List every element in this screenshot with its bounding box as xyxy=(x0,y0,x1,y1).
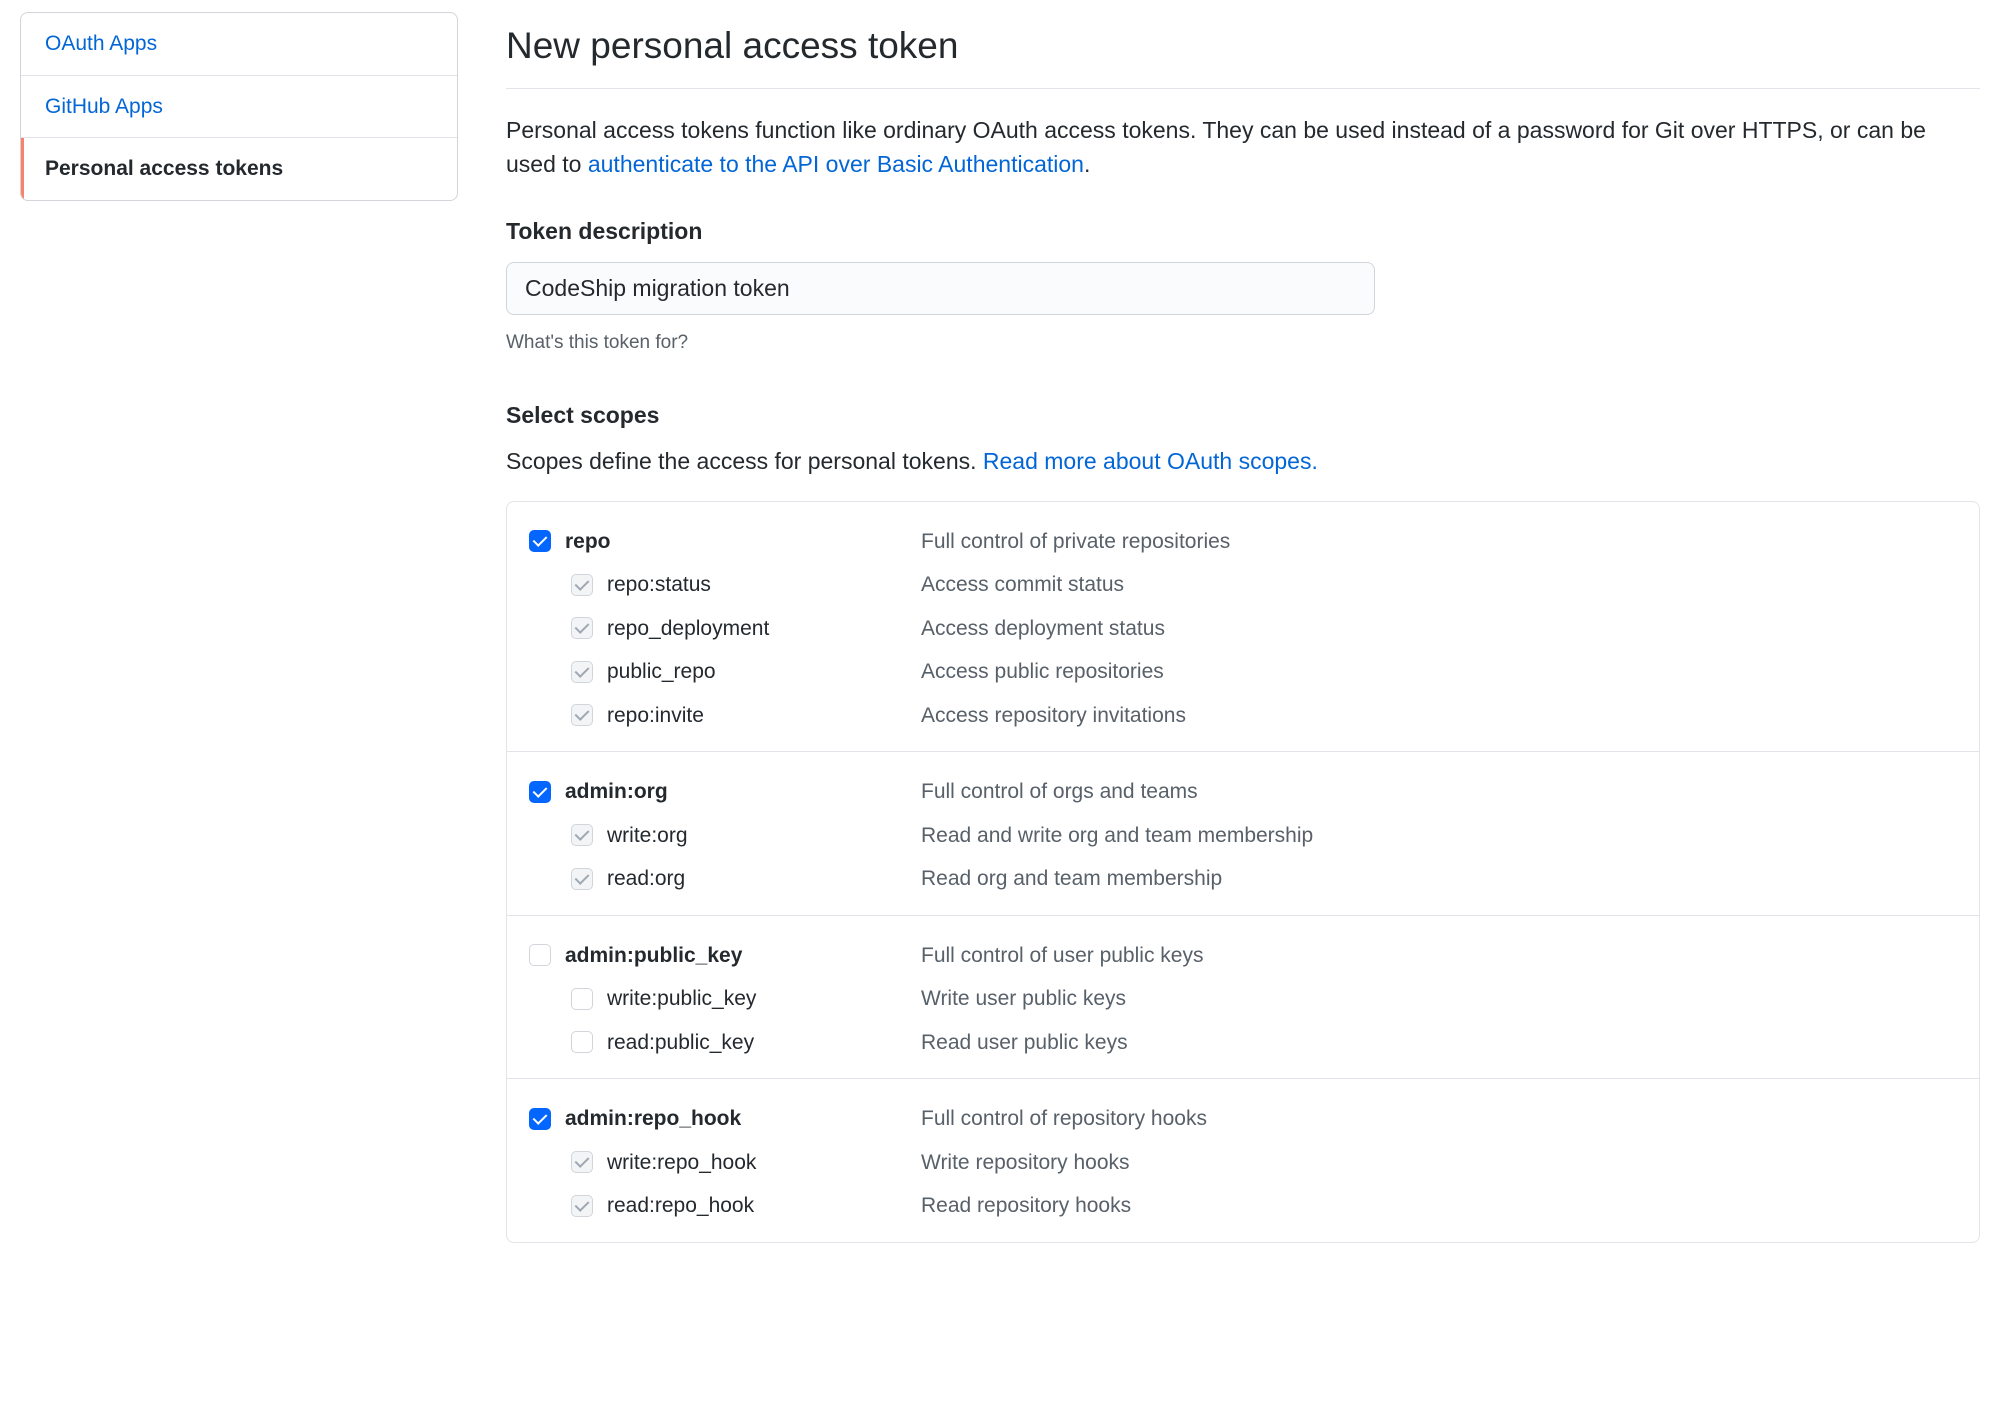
sidebar-item-github-apps[interactable]: GitHub Apps xyxy=(21,76,457,139)
scope-name: admin:public_key xyxy=(565,940,921,972)
scope-row-repo-status: repo:statusAccess commit status xyxy=(529,563,1957,607)
scope-row-repo-invite: repo:inviteAccess repository invitations xyxy=(529,694,1957,738)
scope-row-admin-public-key: admin:public_keyFull control of user pub… xyxy=(529,934,1957,978)
scope-name: write:public_key xyxy=(607,983,921,1015)
scope-name: read:org xyxy=(607,863,921,895)
scope-name: repo:status xyxy=(607,569,921,601)
scopes-description: Scopes define the access for personal to… xyxy=(506,444,1980,479)
scope-desc: Read org and team membership xyxy=(921,863,1222,895)
auth-api-link[interactable]: authenticate to the API over Basic Authe… xyxy=(588,151,1084,177)
scope-desc: Full control of private repositories xyxy=(921,526,1230,558)
sidebar-menu: OAuth AppsGitHub AppsPersonal access tok… xyxy=(20,12,458,201)
sidebar-item-personal-access-tokens: Personal access tokens xyxy=(21,138,457,200)
scope-checkbox-admin-public-key[interactable] xyxy=(529,944,551,966)
scope-desc: Access public repositories xyxy=(921,656,1164,688)
scope-desc: Access deployment status xyxy=(921,613,1165,645)
scope-desc: Read repository hooks xyxy=(921,1190,1131,1222)
scopes-desc-text: Scopes define the access for personal to… xyxy=(506,448,983,474)
scope-group-admin-org: admin:orgFull control of orgs and teamsw… xyxy=(507,752,1979,916)
scope-checkbox-public-repo[interactable] xyxy=(571,661,593,683)
scope-name: admin:org xyxy=(565,776,921,808)
scope-desc: Access commit status xyxy=(921,569,1124,601)
sidebar-item-oauth-apps[interactable]: OAuth Apps xyxy=(21,13,457,76)
scope-desc: Read and write org and team membership xyxy=(921,820,1313,852)
scope-name: repo:invite xyxy=(607,700,921,732)
scope-row-admin-org: admin:orgFull control of orgs and teams xyxy=(529,770,1957,814)
scope-checkbox-read-org[interactable] xyxy=(571,868,593,890)
scope-group-admin-repo-hook: admin:repo_hookFull control of repositor… xyxy=(507,1079,1979,1242)
description-post: . xyxy=(1084,151,1090,177)
token-description-hint: What's this token for? xyxy=(506,329,1980,358)
scope-desc: Write repository hooks xyxy=(921,1147,1130,1179)
scope-name: write:org xyxy=(607,820,921,852)
sidebar: OAuth AppsGitHub AppsPersonal access tok… xyxy=(20,12,458,1243)
scope-desc: Access repository invitations xyxy=(921,700,1186,732)
scope-row-read-repo-hook: read:repo_hookRead repository hooks xyxy=(529,1184,1957,1228)
scope-checkbox-repo-status[interactable] xyxy=(571,574,593,596)
scope-row-write-repo-hook: write:repo_hookWrite repository hooks xyxy=(529,1141,1957,1185)
scope-name: read:public_key xyxy=(607,1027,921,1059)
scope-name: repo_deployment xyxy=(607,613,921,645)
scope-checkbox-repo-invite[interactable] xyxy=(571,704,593,726)
select-scopes-heading: Select scopes xyxy=(506,398,1980,433)
scope-row-write-public-key: write:public_keyWrite user public keys xyxy=(529,977,1957,1021)
scope-row-read-public-key: read:public_keyRead user public keys xyxy=(529,1021,1957,1065)
page-title: New personal access token xyxy=(506,18,1980,89)
scope-checkbox-read-repo-hook[interactable] xyxy=(571,1195,593,1217)
oauth-scopes-link[interactable]: Read more about OAuth scopes. xyxy=(983,448,1318,474)
scope-checkbox-repo[interactable] xyxy=(529,530,551,552)
scope-row-repo: repoFull control of private repositories xyxy=(529,520,1957,564)
page-description: Personal access tokens function like ord… xyxy=(506,113,1980,182)
scope-checkbox-write-public-key[interactable] xyxy=(571,988,593,1010)
scope-name: admin:repo_hook xyxy=(565,1103,921,1135)
scope-name: write:repo_hook xyxy=(607,1147,921,1179)
token-description-input[interactable] xyxy=(506,262,1375,315)
scope-row-public-repo: public_repoAccess public repositories xyxy=(529,650,1957,694)
scope-name: read:repo_hook xyxy=(607,1190,921,1222)
scope-desc: Write user public keys xyxy=(921,983,1126,1015)
scope-checkbox-read-public-key[interactable] xyxy=(571,1031,593,1053)
scope-desc: Read user public keys xyxy=(921,1027,1128,1059)
scope-checkbox-admin-org[interactable] xyxy=(529,781,551,803)
scope-checkbox-admin-repo-hook[interactable] xyxy=(529,1108,551,1130)
scope-group-admin-public-key: admin:public_keyFull control of user pub… xyxy=(507,916,1979,1080)
scope-row-write-org: write:orgRead and write org and team mem… xyxy=(529,814,1957,858)
scope-name: repo xyxy=(565,526,921,558)
scope-desc: Full control of repository hooks xyxy=(921,1103,1207,1135)
token-description-label: Token description xyxy=(506,214,1980,249)
scope-row-admin-repo-hook: admin:repo_hookFull control of repositor… xyxy=(529,1097,1957,1141)
scope-desc: Full control of orgs and teams xyxy=(921,776,1198,808)
scope-name: public_repo xyxy=(607,656,921,688)
scope-checkbox-repo-deployment[interactable] xyxy=(571,617,593,639)
scope-group-repo: repoFull control of private repositories… xyxy=(507,502,1979,753)
scope-checkbox-write-repo-hook[interactable] xyxy=(571,1151,593,1173)
scope-row-repo-deployment: repo_deploymentAccess deployment status xyxy=(529,607,1957,651)
scope-desc: Full control of user public keys xyxy=(921,940,1203,972)
main-content: New personal access token Personal acces… xyxy=(506,12,1980,1243)
scopes-box: repoFull control of private repositories… xyxy=(506,501,1980,1243)
scope-checkbox-write-org[interactable] xyxy=(571,824,593,846)
scope-row-read-org: read:orgRead org and team membership xyxy=(529,857,1957,901)
